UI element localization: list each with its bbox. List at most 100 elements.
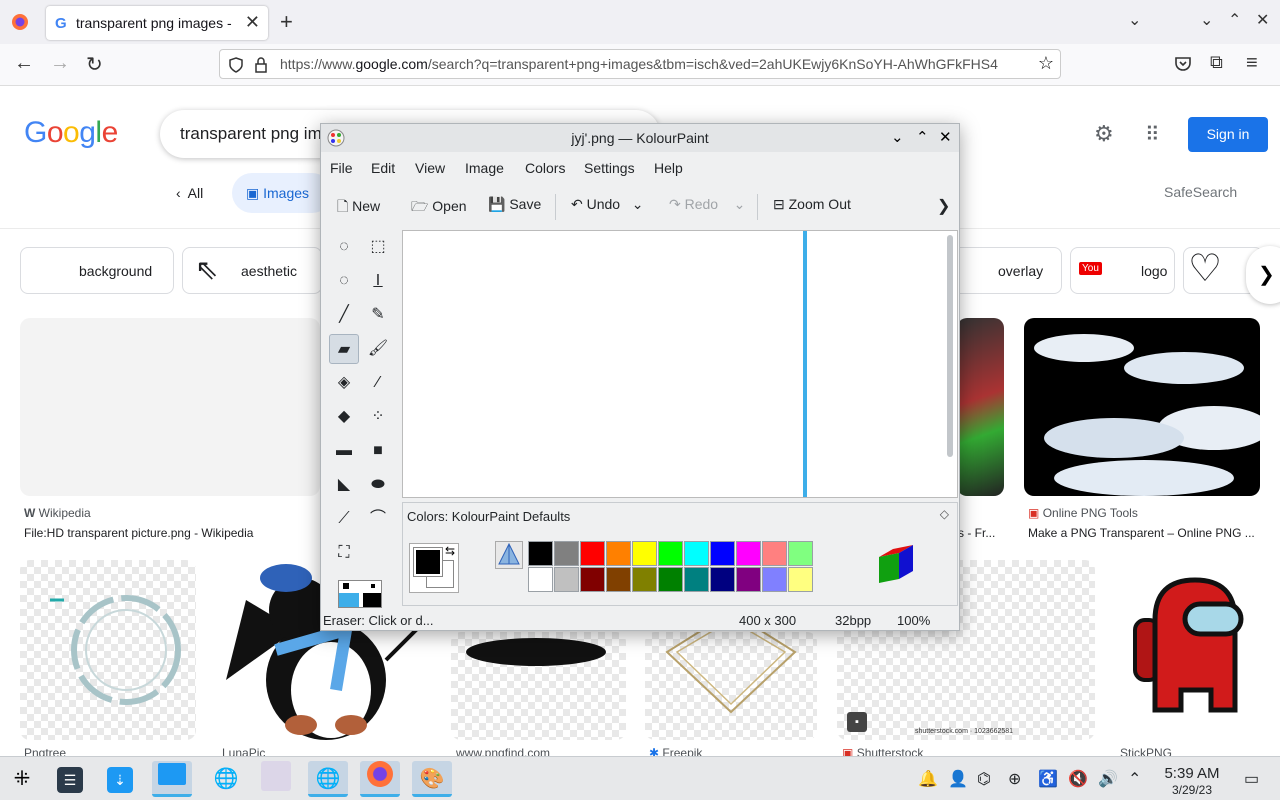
url-text[interactable]: https://www.google.com/search?q=transpar… bbox=[280, 56, 1030, 72]
palette-swatch[interactable] bbox=[606, 541, 631, 566]
result-title[interactable]: s - Fr... bbox=[958, 526, 1004, 540]
menu-settings[interactable]: Settings bbox=[584, 160, 635, 176]
pen-tool-icon[interactable]: ✎ bbox=[363, 300, 393, 330]
chips-next-arrow-icon[interactable]: ❯ bbox=[1246, 246, 1280, 304]
image-viewer-icon[interactable] bbox=[256, 761, 296, 797]
browser-globe-icon[interactable]: 🌐 bbox=[206, 761, 246, 797]
drawing-canvas[interactable] bbox=[403, 231, 803, 497]
palette-swatch[interactable] bbox=[658, 541, 683, 566]
extensions-icon[interactable]: ⧉ bbox=[1210, 52, 1223, 73]
user-icon[interactable]: 👤 bbox=[948, 769, 968, 789]
result-thumbnail[interactable] bbox=[957, 318, 1004, 496]
brush-tool-icon[interactable]: 🖌 bbox=[363, 334, 393, 364]
palette-swatch[interactable] bbox=[658, 567, 683, 592]
open-button[interactable]: 🗁 Open bbox=[411, 196, 467, 220]
zoom-out-button[interactable]: ⊟ Zoom Out bbox=[773, 196, 851, 213]
result-thumbnail[interactable] bbox=[1115, 560, 1260, 740]
result-thumbnail[interactable] bbox=[1024, 318, 1260, 496]
polyline-icon[interactable]: ⟋ bbox=[329, 504, 359, 534]
swap-colors-icon[interactable]: ⇆ bbox=[445, 544, 455, 558]
curve-icon[interactable]: ⌒ bbox=[363, 504, 393, 534]
spraycan-icon[interactable]: ⁘ bbox=[363, 402, 393, 432]
color-cube-icon[interactable] bbox=[873, 541, 919, 587]
close-window-icon[interactable]: ✕ bbox=[939, 128, 952, 146]
color-eraser-icon[interactable]: ◆ bbox=[329, 402, 359, 432]
maximize-icon[interactable]: ⌃ bbox=[916, 128, 929, 146]
firefox-icon[interactable] bbox=[360, 761, 400, 797]
file-manager-icon[interactable] bbox=[152, 761, 192, 797]
result-thumbnail[interactable] bbox=[451, 632, 626, 740]
clock-time[interactable]: 5:39 AM bbox=[1154, 765, 1230, 782]
accessibility-icon[interactable]: ♿ bbox=[1038, 769, 1058, 789]
lock-icon[interactable] bbox=[254, 57, 268, 73]
palette-swatch[interactable] bbox=[762, 567, 787, 592]
palette-swatch[interactable] bbox=[684, 541, 709, 566]
new-tab-button[interactable]: + bbox=[280, 9, 293, 35]
menu-image[interactable]: Image bbox=[465, 160, 504, 176]
list-tabs-icon[interactable]: ⌄ bbox=[1128, 10, 1141, 30]
app-launcher-icon[interactable]: ⁜ bbox=[2, 761, 42, 797]
palette-swatch[interactable] bbox=[710, 567, 735, 592]
palette-swatch[interactable] bbox=[580, 567, 605, 592]
show-desktop-icon[interactable]: ▭ bbox=[1244, 769, 1259, 789]
clock-date[interactable]: 3/29/23 bbox=[1154, 783, 1230, 797]
palette-swatch[interactable] bbox=[736, 567, 761, 592]
maximize-icon[interactable]: ⌃ bbox=[1228, 10, 1241, 30]
minimize-icon[interactable]: ⌄ bbox=[891, 128, 904, 146]
redo-dropdown-icon[interactable]: ⌄ bbox=[734, 196, 746, 212]
new-button[interactable]: 🗋 New bbox=[337, 196, 380, 220]
polygon-icon[interactable]: ◣ bbox=[329, 470, 359, 500]
close-window-icon[interactable]: ✕ bbox=[1256, 10, 1269, 30]
palette-swatch[interactable] bbox=[528, 567, 553, 592]
minimize-icon[interactable]: ⌄ bbox=[1200, 10, 1213, 30]
system-settings-icon[interactable]: ☰ bbox=[50, 761, 90, 797]
palette-swatch[interactable] bbox=[684, 567, 709, 592]
chip-logo[interactable]: You logo bbox=[1070, 247, 1175, 294]
chip-aesthetic[interactable]: ⇖ aesthetic bbox=[182, 247, 322, 294]
text-tool-icon[interactable]: I̲ bbox=[363, 266, 393, 296]
kolourpaint-titlebar[interactable]: jyj'.png — KolourPaint ⌄ ⌃ ✕ bbox=[321, 124, 959, 152]
chip-overlay[interactable]: overlay bbox=[945, 247, 1062, 294]
toolbar-more-icon[interactable]: ❯ bbox=[937, 196, 950, 216]
menu-icon[interactable]: ≡ bbox=[1246, 52, 1258, 75]
eraser-size-selector[interactable] bbox=[338, 580, 382, 608]
result-title[interactable]: Make a PNG Transparent – Online PNG ... bbox=[1028, 526, 1258, 540]
rounded-rectangle-icon[interactable]: ▬ bbox=[329, 436, 359, 466]
kde-connect-icon[interactable]: ⌬ bbox=[977, 769, 991, 789]
size-option[interactable] bbox=[363, 593, 381, 607]
bookmark-star-icon[interactable]: ☆ bbox=[1038, 53, 1054, 74]
eraser-tool-icon[interactable]: ▰ bbox=[329, 334, 359, 364]
menu-edit[interactable]: Edit bbox=[371, 160, 395, 176]
result-thumbnail[interactable] bbox=[20, 318, 320, 496]
chip-background[interactable]: background bbox=[20, 247, 174, 294]
rectangle-icon[interactable]: ■ bbox=[363, 436, 393, 466]
safesearch-button[interactable]: SafeSearch bbox=[1164, 184, 1237, 200]
palette-swatch[interactable] bbox=[580, 541, 605, 566]
crop-icon[interactable]: ⛶ bbox=[329, 538, 359, 568]
foreground-color[interactable] bbox=[413, 547, 443, 577]
redo-button[interactable]: ↷ Redo ⌄ bbox=[669, 196, 745, 213]
result-source[interactable]: ▣ Online PNG Tools bbox=[1028, 506, 1138, 520]
browser-tab[interactable]: G transparent png images - ✕ bbox=[46, 6, 268, 40]
palette-swatch[interactable] bbox=[528, 541, 553, 566]
palette-swatch[interactable] bbox=[762, 541, 787, 566]
filter-images[interactable]: ▣ Images bbox=[232, 173, 332, 213]
filter-all[interactable]: ‹ All bbox=[176, 185, 203, 201]
undo-dropdown-icon[interactable]: ⌄ bbox=[632, 196, 644, 212]
palette-swatch[interactable] bbox=[554, 567, 579, 592]
palette-options-icon[interactable]: ◇ bbox=[940, 507, 949, 521]
flood-fill-icon[interactable]: ◈ bbox=[329, 368, 359, 398]
palette-swatch[interactable] bbox=[736, 541, 761, 566]
palette-swatch[interactable] bbox=[788, 541, 813, 566]
back-icon[interactable]: ← bbox=[14, 52, 34, 75]
vertical-scrollbar[interactable] bbox=[947, 235, 953, 457]
close-tab-icon[interactable]: ✕ bbox=[245, 12, 260, 33]
size-option[interactable] bbox=[343, 583, 349, 589]
url-bar[interactable]: https://www.google.com/search?q=transpar… bbox=[219, 49, 1061, 79]
google-logo[interactable]: Google bbox=[24, 116, 118, 150]
result-thumbnail[interactable] bbox=[645, 610, 817, 740]
settings-gear-icon[interactable]: ⚙ bbox=[1094, 121, 1114, 147]
save-button[interactable]: 💾 Save bbox=[488, 196, 541, 213]
palette-swatch[interactable] bbox=[554, 541, 579, 566]
palette-swatch[interactable] bbox=[606, 567, 631, 592]
